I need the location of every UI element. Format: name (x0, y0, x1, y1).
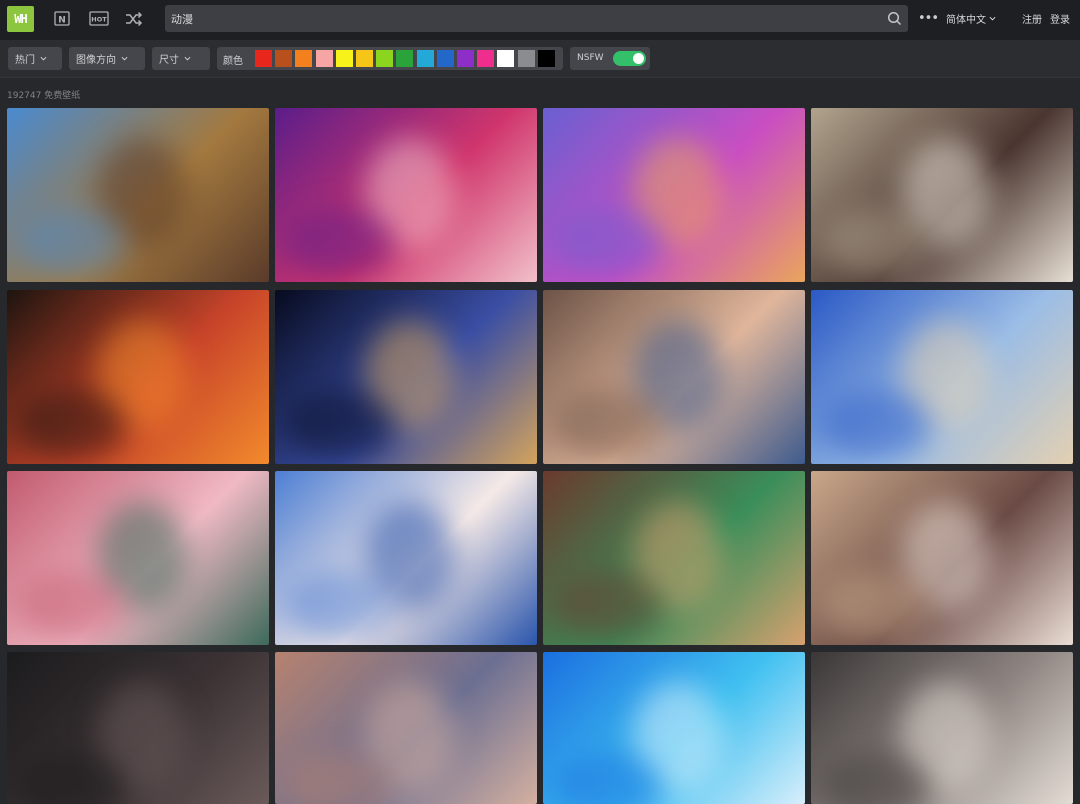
toggle-knob (633, 53, 644, 64)
nsfw-toggle[interactable] (613, 51, 646, 66)
color-swatch[interactable] (396, 50, 414, 67)
wallpaper-anime-night-sky-kids[interactable] (275, 290, 537, 464)
color-filter: 颜色 (217, 47, 563, 70)
wallpaper-anime-cafe-pixelated[interactable] (543, 471, 805, 645)
wallpaper-anime-town-harbor[interactable] (7, 108, 269, 282)
wallpaper-anime-blue-light-pixelated[interactable] (543, 652, 805, 804)
shuffle-icon[interactable] (124, 10, 144, 28)
wallpaper-shadow (17, 208, 127, 278)
wallpaper-anime-blue-hair-girl[interactable] (275, 471, 537, 645)
logo[interactable]: WH (7, 6, 34, 32)
sort-dropdown[interactable]: 热门 (8, 47, 62, 70)
register-link[interactable]: 注册 (1022, 11, 1042, 26)
chevron-down-icon (989, 16, 996, 21)
color-swatch[interactable] (416, 50, 434, 67)
filter-bar: 热门 图像方向 尺寸 颜色 NSFW (0, 40, 1080, 78)
wallpaper-anime-red-hair-girl[interactable] (275, 108, 537, 282)
language-label: 简体中文 (946, 15, 986, 26)
search-input[interactable] (171, 5, 871, 32)
wallpaper-shadow (17, 390, 127, 460)
hot-icon-label: HOT (91, 16, 107, 24)
wallpaper-shadow (553, 208, 663, 278)
wallpaper-anime-dark-pixelated[interactable] (7, 652, 269, 804)
color-swatch[interactable] (457, 50, 474, 67)
wallpaper-shadow (285, 571, 395, 641)
wallpaper-shadow (285, 390, 395, 460)
wallpaper-shadow (17, 571, 127, 641)
color-swatch[interactable] (295, 50, 313, 67)
color-swatch[interactable] (477, 50, 495, 67)
nsfw-label: NSFW (577, 53, 604, 63)
wallpaper-anime-crowd-pixelated[interactable] (275, 652, 537, 804)
size-label: 尺寸 (159, 55, 179, 66)
color-swatch[interactable] (315, 50, 333, 67)
color-swatch[interactable] (497, 50, 515, 67)
wallpaper-shadow (821, 208, 931, 278)
hot-icon[interactable]: HOT (89, 10, 109, 28)
result-count: 192747 免费壁纸 (7, 91, 81, 101)
chevron-down-icon (121, 56, 128, 61)
size-dropdown[interactable]: 尺寸 (152, 47, 210, 70)
wallpaper-anime-fox-mask-pixelated[interactable] (7, 471, 269, 645)
wallpaper-shadow (285, 208, 395, 278)
search-icon[interactable] (887, 11, 902, 26)
top-bar: WH N HOT ••• 简体中文 注册 (0, 0, 1080, 40)
color-swatch[interactable] (436, 50, 454, 67)
search-box (165, 5, 908, 32)
wallpaper-shadow (553, 571, 663, 641)
more-icon[interactable]: ••• (918, 10, 939, 28)
color-swatch[interactable] (335, 50, 353, 67)
new-icon[interactable]: N (53, 10, 71, 28)
wallpaper-anime-couple-scarf[interactable] (543, 290, 805, 464)
wallpaper-anime-group-city[interactable] (811, 108, 1073, 282)
wallpaper-anime-witch-city[interactable] (543, 108, 805, 282)
color-swatch[interactable] (537, 50, 555, 67)
nsfw-filter: NSFW (570, 47, 650, 70)
chevron-down-icon (184, 56, 191, 61)
wallpaper-shadow (553, 390, 663, 460)
language-selector[interactable]: 简体中文 (946, 11, 996, 26)
wallpaper-shadow (821, 390, 931, 460)
sort-label: 热门 (15, 55, 35, 66)
color-swatch[interactable] (376, 50, 394, 67)
wallpaper-anime-blue-pixelated[interactable] (811, 290, 1073, 464)
orientation-label: 图像方向 (76, 55, 116, 66)
color-label: 颜色 (223, 56, 243, 67)
chevron-down-icon (40, 56, 47, 61)
wallpaper-shadow (821, 571, 931, 641)
color-swatch[interactable] (517, 50, 535, 67)
wallpaper-anime-room-pixelated[interactable] (811, 471, 1073, 645)
wallpaper-anime-snow-girl[interactable] (811, 652, 1073, 804)
color-swatch[interactable] (356, 50, 373, 67)
login-link[interactable]: 登录 (1050, 11, 1070, 26)
color-swatch[interactable] (275, 50, 293, 67)
color-swatch[interactable] (255, 50, 272, 67)
orientation-dropdown[interactable]: 图像方向 (69, 47, 145, 70)
wallpaper-anime-flame-haze[interactable] (7, 290, 269, 464)
new-icon-label: N (58, 16, 66, 26)
